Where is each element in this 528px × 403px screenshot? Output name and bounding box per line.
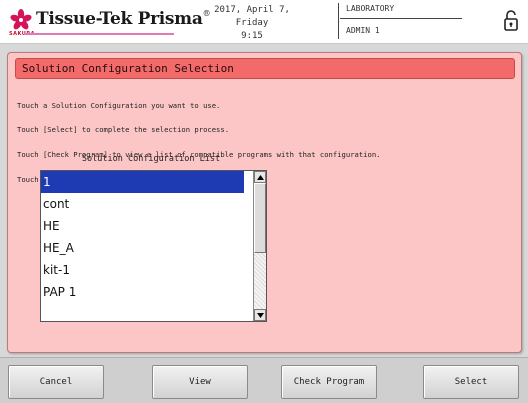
scroll-down-button[interactable] [254, 309, 266, 321]
user-name: ADMIN 1 [346, 26, 380, 35]
button-bar: Cancel View Check Program Select [0, 357, 528, 403]
user-info: LABORATORY ADMIN 1 [338, 3, 468, 39]
list-item[interactable]: PAP 1 [41, 281, 244, 303]
instruction-line: Touch a Solution Configuration you want … [17, 100, 221, 110]
list-item[interactable]: cont [41, 193, 244, 215]
vertical-scrollbar[interactable] [253, 171, 266, 321]
user-divider [340, 18, 462, 19]
solution-configuration-list[interactable]: 1 cont HE HE_A kit-1 PAP 1 [40, 170, 267, 322]
sakura-flower-icon [10, 9, 32, 30]
triangle-up-icon [256, 174, 264, 180]
list-item[interactable]: 1 [41, 171, 244, 193]
scroll-up-button[interactable] [254, 171, 266, 183]
solution-selection-panel: Solution Configuration Selection Touch a… [7, 52, 522, 353]
header-bar: Tissue-Tek Prisma® SAKURA 2017, April 7,… [0, 0, 528, 44]
date-time: 2017, April 7, Friday 9:15 [196, 4, 308, 43]
unlock-icon[interactable] [503, 10, 521, 32]
location-text: LABORATORY [346, 4, 395, 13]
list-item[interactable]: HE_A [41, 237, 244, 259]
cancel-button[interactable]: Cancel [8, 365, 104, 399]
list-item[interactable]: kit-1 [41, 259, 244, 281]
brand-title: Tissue-Tek Prisma® [36, 9, 211, 29]
list-caption: Solution Configuration List [81, 154, 221, 164]
time-text: 9:15 [241, 31, 263, 41]
select-button[interactable]: Select [423, 365, 519, 399]
instruction-line: Touch [Select] to complete the selection… [17, 125, 230, 135]
panel-title: Solution Configuration Selection [15, 58, 515, 79]
list-items: 1 cont HE HE_A kit-1 PAP 1 [41, 171, 244, 303]
check-program-button[interactable]: Check Program [281, 365, 377, 399]
scroll-thumb[interactable] [254, 183, 266, 253]
triangle-down-icon [256, 312, 264, 318]
list-item[interactable]: HE [41, 215, 244, 237]
brand-underline [24, 33, 174, 35]
view-button[interactable]: View [152, 365, 248, 399]
date-text: 2017, April 7, Friday [214, 5, 290, 28]
